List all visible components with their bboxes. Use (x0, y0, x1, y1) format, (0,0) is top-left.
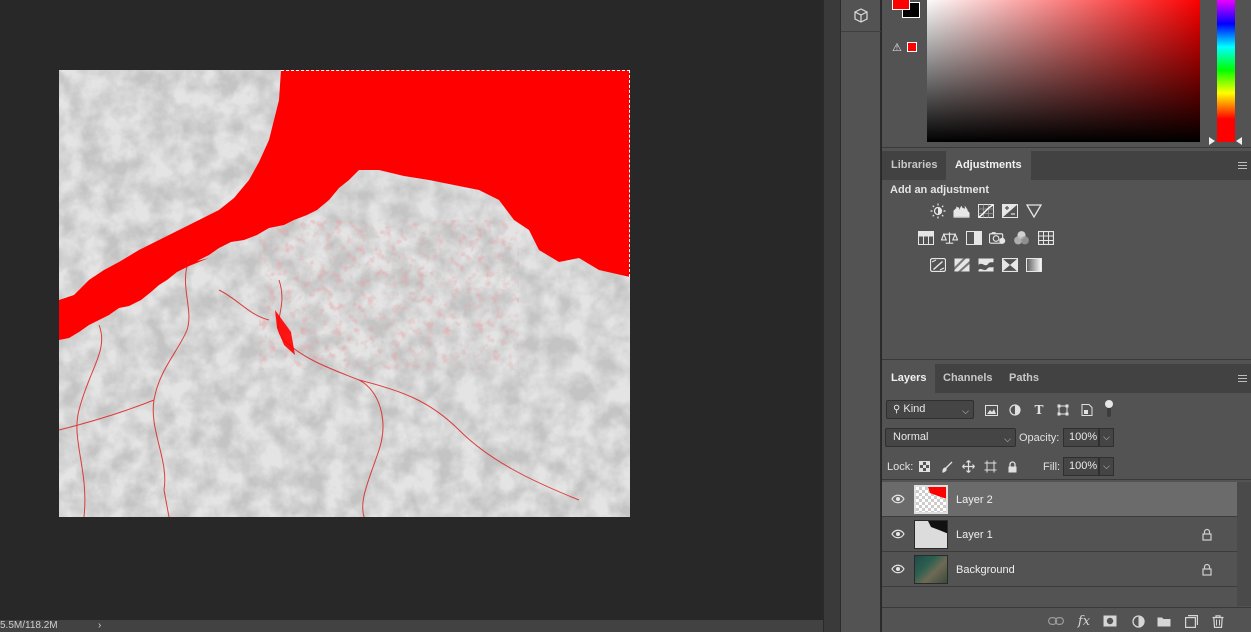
tab-layers[interactable]: Layers (882, 364, 936, 393)
lock-fill-bar: Lock: Fill: 100% ⌵ (882, 453, 1251, 480)
right-panels: ⚠ Libraries Adjustments Add an adjustmen… (882, 0, 1251, 632)
layer-name[interactable]: Background (956, 564, 1015, 576)
layer-row-background[interactable]: Background (882, 552, 1237, 587)
opacity-label: Opacity: (1019, 432, 1060, 444)
opacity-dropdown-icon[interactable]: ⌵ (1099, 428, 1114, 447)
photoshop-window: 5.5M/118.2M › ⚠ Libraries Adjustments Ad… (0, 0, 1251, 632)
color-balance-icon[interactable] (941, 229, 958, 246)
exposure-icon[interactable] (1001, 202, 1018, 219)
lock-position-icon[interactable] (962, 460, 975, 473)
layer-thumbnail (914, 520, 948, 549)
new-adjustment-icon[interactable] (1130, 614, 1146, 628)
canvas-vertical-scrollbar[interactable] (823, 0, 840, 632)
doc-size-readout[interactable]: 5.5M/118.2M (0, 620, 58, 632)
layer-thumbnail (914, 485, 948, 514)
layers-tabbar: Layers Channels Paths (882, 364, 1251, 393)
visibility-eye-icon[interactable] (891, 564, 905, 574)
photo-filter-icon[interactable] (989, 229, 1006, 246)
hue-slider-marker-right (1236, 137, 1242, 145)
fill-dropdown-icon[interactable]: ⌵ (1099, 457, 1114, 476)
visibility-eye-icon[interactable] (891, 494, 905, 504)
canvas-area[interactable]: 5.5M/118.2M › (0, 0, 823, 632)
color-picker-field[interactable] (927, 0, 1200, 142)
fx-icon[interactable]: fx (1076, 614, 1092, 629)
shape-layer-filter-icon[interactable] (1056, 403, 1070, 417)
color-panel: ⚠ (882, 0, 1251, 148)
smart-object-filter-icon[interactable] (1080, 403, 1094, 417)
status-menu-arrow[interactable]: › (98, 620, 101, 632)
new-layer-icon[interactable] (1183, 614, 1199, 628)
blend-mode-label: Normal (893, 431, 929, 443)
lock-transparent-pixels-icon[interactable] (918, 460, 931, 473)
layers-list: Layer 2 Layer 1 Background (882, 482, 1237, 606)
fill-input[interactable]: 100% (1063, 457, 1099, 476)
fill-label: Fill: (1043, 461, 1061, 473)
tab-adjustments[interactable]: Adjustments (946, 151, 1031, 180)
blend-mode-select[interactable]: Normal ⌵ (885, 428, 1016, 447)
hue-slider-marker-left[interactable] (1209, 137, 1215, 145)
search-icon: ⚲ (893, 404, 901, 415)
layers-panel-menu-icon[interactable] (1238, 375, 1247, 382)
invert-icon[interactable] (929, 256, 946, 273)
foreground-color-swatch[interactable] (892, 0, 910, 10)
panel-icon-dock (840, 0, 881, 632)
adjustments-title: Add an adjustment (890, 184, 990, 196)
layer-row-layer-1[interactable]: Layer 1 (882, 517, 1237, 552)
threshold-icon[interactable] (977, 256, 994, 273)
link-layers-icon[interactable] (1048, 614, 1064, 628)
type-layer-filter-icon[interactable]: T (1032, 403, 1046, 417)
layer-row-layer-2[interactable]: Layer 2 (882, 482, 1237, 517)
tab-libraries[interactable]: Libraries (882, 151, 946, 180)
lock-image-pixels-icon[interactable] (940, 460, 953, 473)
layers-footer: fx (882, 607, 1251, 632)
color-lookup-icon[interactable] (1037, 229, 1054, 246)
lock-label: Lock: (887, 461, 914, 473)
adjustments-panel-menu-icon[interactable] (1238, 162, 1247, 169)
document-image[interactable] (59, 70, 630, 517)
brightness-contrast-icon[interactable] (929, 202, 946, 219)
layers-scrollbar[interactable] (1237, 482, 1251, 606)
hue-saturation-icon[interactable] (917, 229, 934, 246)
gradient-map-icon[interactable] (1025, 256, 1042, 273)
filter-kind-select[interactable]: ⚲ Kind ⌵ (886, 400, 974, 419)
adjustments-panel: Add an adjustment (882, 180, 1251, 360)
warning-triangle-icon[interactable]: ⚠ (892, 41, 902, 54)
layer-name[interactable]: Layer 1 (956, 529, 993, 541)
curves-icon[interactable] (977, 202, 994, 219)
tab-channels[interactable]: Channels (934, 364, 1002, 393)
pixel-layer-filter-icon[interactable] (984, 403, 998, 417)
gamut-color-swatch[interactable] (907, 42, 917, 52)
chevron-down-icon: ⌵ (1004, 434, 1011, 444)
chevron-down-icon: ⌵ (962, 406, 969, 416)
blend-opacity-bar: Normal ⌵ Opacity: 100% ⌵ (882, 425, 1251, 449)
layer-name[interactable]: Layer 2 (956, 494, 993, 506)
filter-kind-label: Kind (903, 403, 926, 415)
opacity-input[interactable]: 100% (1063, 428, 1099, 447)
hue-slider[interactable] (1217, 0, 1235, 142)
layer-filter-toggle[interactable] (1104, 400, 1114, 418)
layer-filter-bar: ⚲ Kind ⌵ T (882, 398, 1251, 422)
adjustment-layer-filter-icon[interactable] (1008, 403, 1022, 417)
3d-panel-icon[interactable] (841, 0, 881, 32)
vibrance-icon[interactable] (1025, 202, 1042, 219)
levels-icon[interactable] (953, 202, 970, 219)
delete-layer-icon[interactable] (1210, 614, 1226, 628)
visibility-eye-icon[interactable] (891, 529, 905, 539)
posterize-icon[interactable] (953, 256, 970, 273)
new-group-icon[interactable] (1156, 614, 1172, 628)
layer-lock-icon[interactable] (1201, 528, 1213, 541)
selective-color-icon[interactable] (1001, 256, 1018, 273)
layer-thumbnail (914, 555, 948, 584)
add-mask-icon[interactable] (1102, 614, 1118, 628)
black-white-icon[interactable] (965, 229, 982, 246)
tab-paths[interactable]: Paths (1000, 364, 1048, 393)
lock-all-icon[interactable] (1006, 460, 1019, 473)
status-bar: 5.5M/118.2M › (0, 620, 823, 632)
lock-artboard-icon[interactable] (984, 460, 997, 473)
adjustments-tabbar: Libraries Adjustments (882, 151, 1251, 180)
layer-lock-icon[interactable] (1201, 563, 1213, 576)
channel-mixer-icon[interactable] (1013, 229, 1030, 246)
